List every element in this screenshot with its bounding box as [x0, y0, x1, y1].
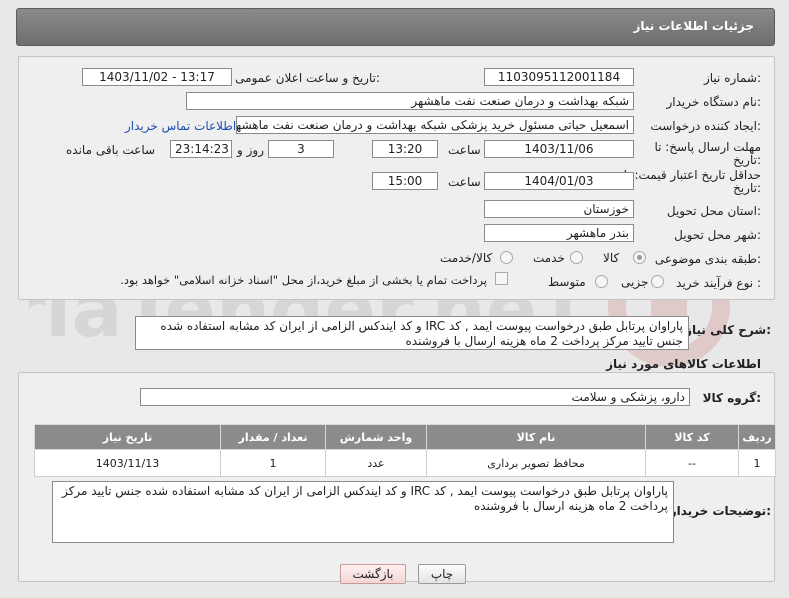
goods-group-label: گروه کالا: [702, 391, 761, 405]
buyer-notes-textarea[interactable]: پاراوان پرتابل طبق درخواست پیوست ایمد , … [52, 481, 674, 543]
category-label: طبقه بندی موضوعی: [654, 252, 761, 266]
table-row: 1 -- محافظ تصویر برداری عدد 1 1403/11/13 [34, 449, 776, 477]
cell-qty: 1 [220, 449, 326, 477]
category-radio-goods[interactable] [633, 251, 646, 264]
cell-name: محافظ تصویر برداری [426, 449, 646, 477]
process-label: نوع فرآیند خرید : [676, 276, 761, 290]
category-radio-service[interactable] [570, 251, 583, 264]
goods-table-header: ردیف کد کالا نام کالا واحد شمارش تعداد /… [34, 424, 776, 450]
payment-checkbox[interactable] [495, 272, 508, 285]
print-button[interactable]: چاپ [418, 564, 466, 584]
creator-field: اسمعیل حیاتی مسئول خرید پزشکی شبکه بهداش… [236, 116, 634, 134]
deadline-label: مهلت ارسال پاسخ: تا [654, 140, 761, 154]
page-title: جزئیات اطلاعات نیاز [633, 19, 754, 33]
need-number-field: 1103095112001184 [484, 68, 634, 86]
deadline-time-label: ساعت [448, 143, 481, 157]
validity-time-field: 15:00 [372, 172, 438, 190]
goods-table: ردیف کد کالا نام کالا واحد شمارش تعداد /… [34, 424, 776, 477]
goods-group-field: دارو، پزشکی و سلامت [140, 388, 690, 406]
col-row: ردیف [738, 424, 776, 450]
validity-time-label: ساعت [448, 175, 481, 189]
province-field: خوزستان [484, 200, 634, 218]
page-header: جزئیات اطلاعات نیاز [16, 8, 775, 46]
cell-row: 1 [738, 449, 776, 477]
summary-textarea[interactable]: پاراوان پرتابل طبق درخواست پیوست ایمد , … [135, 316, 689, 350]
cell-date: 1403/11/13 [34, 449, 221, 477]
deadline-date-label: تاریخ: [733, 153, 761, 167]
creator-label: ایجاد کننده درخواست: [650, 119, 761, 133]
deadline-time-field: 13:20 [372, 140, 438, 158]
category-radio-goods-service[interactable] [500, 251, 513, 264]
cell-unit: عدد [325, 449, 427, 477]
goods-section-title: اطلاعات کالاهای مورد نیاز [606, 357, 761, 371]
col-code: کد کالا [645, 424, 739, 450]
announce-date-field: 1403/11/02 - 13:17 [82, 68, 232, 86]
summary-label: شرح کلی نیاز: [685, 323, 771, 337]
announce-date-label: تاریخ و ساعت اعلان عمومی: [235, 71, 380, 85]
col-name: نام کالا [426, 424, 646, 450]
col-date: تاریخ نیاز [34, 424, 221, 450]
process-option-minor: جزیی [621, 275, 649, 289]
need-number-label: شماره نیاز: [703, 71, 761, 85]
buyer-contact-link[interactable]: اطلاعات تماس خریدار [125, 119, 236, 133]
col-qty: تعداد / مقدار [220, 424, 326, 450]
process-radio-medium[interactable] [595, 275, 608, 288]
category-option-goods: کالا [603, 251, 620, 265]
deadline-date-field: 1403/11/06 [484, 140, 634, 158]
remaining-time-field: 23:14:23 [170, 140, 232, 158]
days-label: روز و [237, 143, 264, 157]
col-unit: واحد شمارش [325, 424, 427, 450]
validity-date-label: تاریخ: [733, 181, 761, 195]
back-button[interactable]: بازگشت [340, 564, 406, 584]
remaining-time-label: ساعت باقی مانده [66, 143, 156, 157]
category-option-service: خدمت [533, 251, 565, 265]
city-field: بندر ماهشهر [484, 224, 634, 242]
category-option-goods-service: کالا/خدمت [440, 251, 493, 265]
process-radio-minor[interactable] [651, 275, 664, 288]
buyer-org-field: شبکه بهداشت و درمان صنعت نفت ماهشهر [186, 92, 634, 110]
city-label: شهر محل تحویل: [674, 228, 761, 242]
cell-code: -- [645, 449, 739, 477]
payment-note: پرداخت تمام یا بخشی از مبلغ خرید،از محل … [120, 273, 487, 287]
days-remaining-field: 3 [268, 140, 334, 158]
validity-date-field: 1404/01/03 [484, 172, 634, 190]
buyer-org-label: نام دستگاه خریدار: [666, 95, 762, 109]
validity-label: حداقل تاریخ اعتبار قیمت: تا [623, 168, 761, 182]
process-option-medium: متوسط [548, 275, 586, 289]
province-label: استان محل تحویل: [666, 204, 761, 218]
buyer-notes-label: توضیحات خریدار: [669, 504, 771, 518]
